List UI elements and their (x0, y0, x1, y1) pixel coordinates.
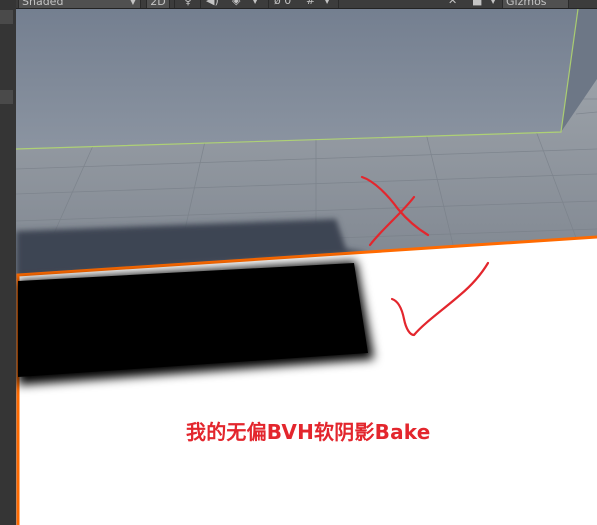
eye-slash-icon: ø (274, 0, 281, 7)
hidden-count: 0 (284, 0, 292, 7)
grid-icon[interactable]: # (306, 0, 322, 8)
scene-render (16, 9, 597, 525)
view-2d-toggle[interactable]: 2D (146, 0, 170, 8)
chevron-down-icon[interactable]: ▼ (490, 0, 498, 8)
light-bulb-icon[interactable]: ♀ (184, 0, 196, 8)
shading-mode-dropdown[interactable]: Shaded ▼ (18, 0, 141, 8)
chevron-down-icon: ▼ (129, 0, 136, 6)
tools-icon[interactable]: ✕ (448, 0, 462, 8)
annotation-caption: 我的无偏BVH软阴影Bake (186, 420, 431, 444)
scene-toolbar: Shaded ▼ 2D ♀ ◀) ◈ ▼ ø 0 # ▼ ✕ ■ ▼ Gizmo… (16, 0, 597, 9)
view-2d-label: 2D (150, 0, 166, 8)
scene-viewport[interactable] (16, 9, 597, 525)
shading-mode-label: Shaded (22, 0, 64, 8)
chevron-down-icon[interactable]: ▼ (324, 0, 332, 8)
hidden-objects-toggle[interactable]: ø 0 (274, 0, 302, 8)
panel-tab[interactable] (0, 10, 13, 24)
camera-icon[interactable]: ■ (472, 0, 486, 8)
gizmos-label: Gizmos (506, 0, 547, 8)
wall-cube (16, 9, 578, 149)
gizmos-dropdown[interactable]: Gizmos (502, 0, 569, 8)
speaker-icon[interactable]: ◀) (206, 0, 224, 8)
chevron-down-icon[interactable]: ▼ (252, 0, 260, 8)
panel-tab[interactable] (0, 90, 13, 104)
layers-icon[interactable]: ◈ (232, 0, 248, 8)
left-panel-edge (0, 0, 16, 525)
